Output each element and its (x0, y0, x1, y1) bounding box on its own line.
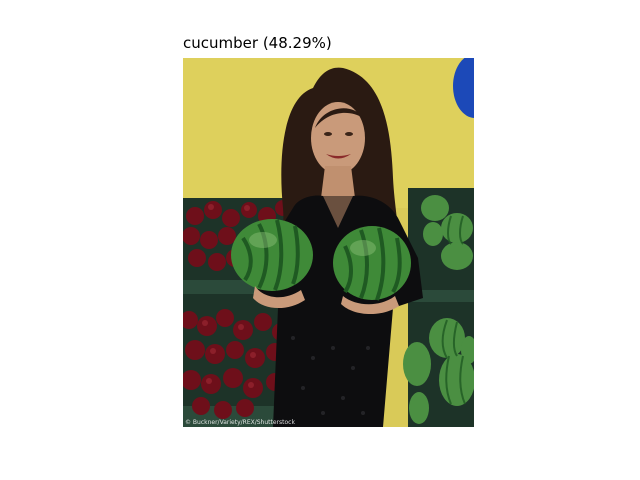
watermelon-right (333, 226, 411, 301)
photo: © Buckner/Variety/REX/Shutterstock (183, 58, 474, 427)
neck (321, 166, 355, 198)
watermelon-crates (403, 188, 474, 427)
prediction-confidence: (48.29%) (262, 34, 332, 52)
photo-credit: © Buckner/Variety/REX/Shutterstock (185, 419, 295, 426)
photo-illustration (183, 58, 474, 427)
watermelon-left (231, 219, 313, 291)
prediction-caption: cucumber (48.29%) (183, 34, 332, 52)
prediction-label: cucumber (183, 34, 259, 52)
